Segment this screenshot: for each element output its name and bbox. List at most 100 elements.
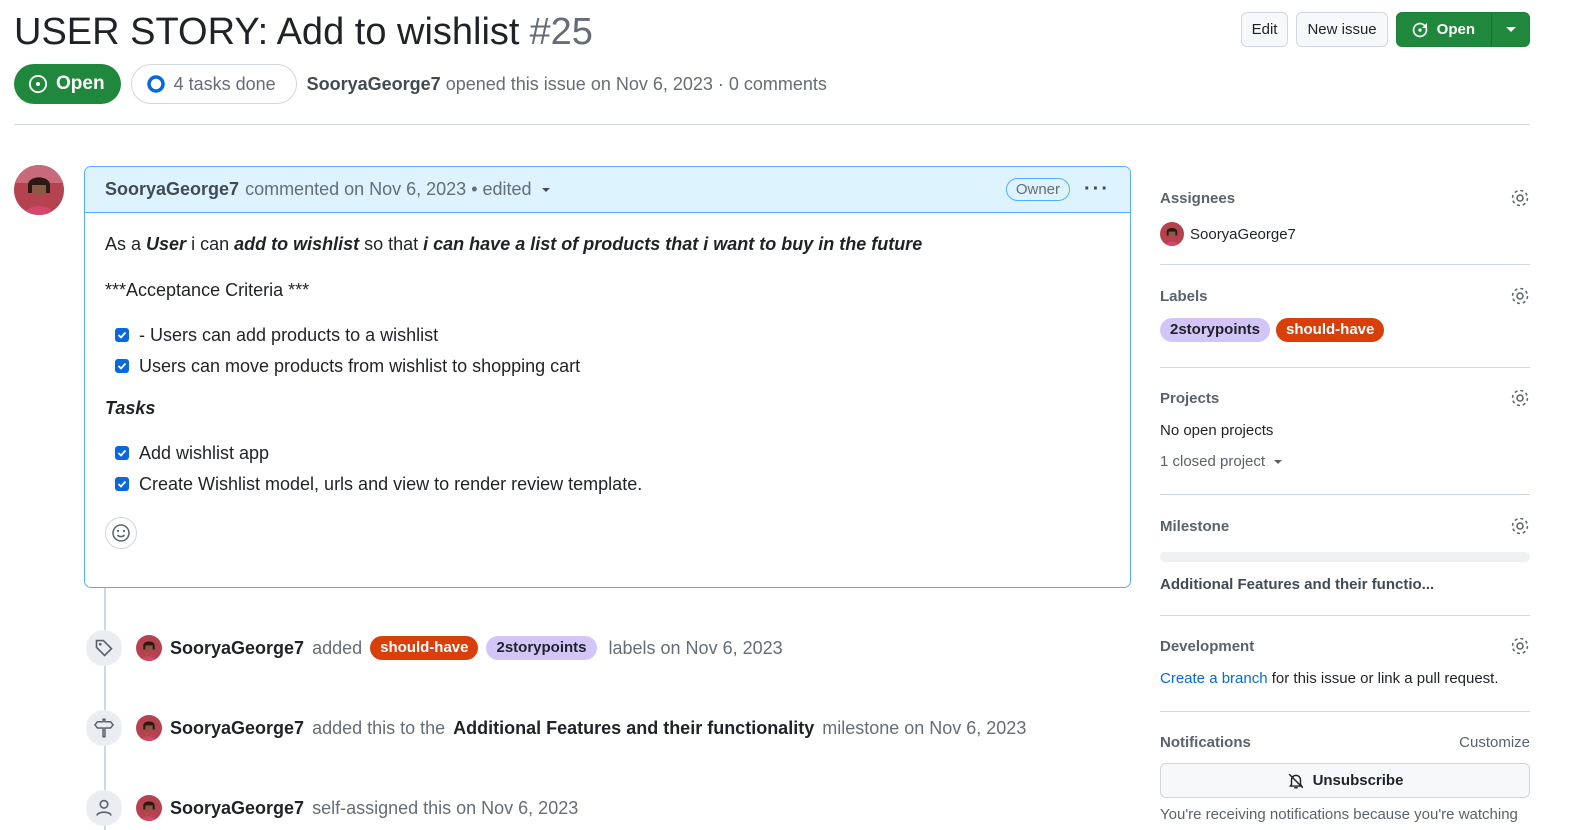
sidebar-milestone: Milestone Additional Features and their … — [1160, 516, 1530, 593]
sidebar-labels: Labels 2storypoints should-have — [1160, 286, 1530, 342]
customize-link[interactable]: Customize — [1459, 734, 1530, 751]
checkbox-checked[interactable] — [115, 445, 129, 460]
story-goal: i can have a list of products that i wan… — [423, 234, 923, 254]
notifications-note: You're receiving notifications because y… — [1160, 806, 1518, 823]
unsubscribe-button[interactable]: Unsubscribe — [1160, 763, 1530, 798]
open-button[interactable]: Open — [1395, 12, 1530, 47]
event-avatar[interactable] — [136, 795, 162, 821]
no-open-projects: No open projects — [1160, 422, 1274, 439]
milestone-link[interactable]: Additional Features and their functional… — [453, 718, 814, 739]
comment-author[interactable]: SooryaGeorge7 — [105, 179, 239, 200]
label-should-have[interactable]: should-have — [370, 636, 479, 660]
milestone-heading[interactable]: Milestone — [1160, 516, 1530, 536]
task-item[interactable]: Add wishlist app — [105, 437, 1110, 468]
development-title: Development — [1160, 637, 1255, 655]
sidebar-divider — [1160, 494, 1530, 495]
assignees-title: Assignees — [1160, 189, 1236, 207]
comment-header: SooryaGeorge7 commented on Nov 6, 2023 •… — [85, 167, 1130, 213]
event-avatar[interactable] — [136, 635, 162, 661]
event-user[interactable]: SooryaGeorge7 — [170, 798, 304, 819]
timeline-event-assign: SooryaGeorge7 self-assigned this on Nov … — [86, 790, 578, 826]
tasks-heading: Tasks — [105, 398, 156, 418]
story-statement: As a User i can add to wishlist so that … — [105, 231, 1110, 257]
comment-body: As a User i can add to wishlist so that … — [85, 213, 1130, 567]
bell-slash-icon — [1288, 773, 1303, 788]
event-tail: milestone on Nov 6, 2023 — [822, 717, 1027, 738]
create-branch-link[interactable]: Create a branch — [1160, 670, 1268, 687]
issue-comment: SooryaGeorge7 commented on Nov 6, 2023 •… — [84, 166, 1131, 588]
sidebar-assignees: Assignees SooryaGeorge7 — [1160, 188, 1530, 246]
issue-opened-text: opened this issue on Nov 6, 2023 · 0 com… — [445, 73, 827, 94]
sidebar-divider — [1160, 367, 1530, 368]
story-role: User — [146, 234, 187, 254]
label-2storypoints[interactable]: 2storypoints — [1160, 318, 1271, 342]
new-issue-button[interactable]: New issue — [1296, 12, 1388, 47]
issue-title: USER STORY: Add to wishlist #25 — [14, 8, 593, 56]
task-item[interactable]: Create Wishlist model, urls and view to … — [105, 468, 1110, 499]
checkbox-checked[interactable] — [115, 327, 129, 342]
person-icon — [86, 790, 122, 826]
event-user[interactable]: SooryaGeorge7 — [170, 718, 304, 739]
development-heading[interactable]: Development — [1160, 636, 1530, 656]
comment-author-avatar[interactable] — [14, 165, 64, 215]
tag-icon — [86, 630, 122, 666]
label-2storypoints[interactable]: 2storypoints — [486, 636, 597, 660]
comment-meta[interactable]: commented on Nov 6, 2023 • edited — [245, 179, 531, 200]
checkbox-checked[interactable] — [115, 358, 129, 373]
issue-meta: SooryaGeorge7 opened this issue on Nov 6… — [307, 74, 827, 95]
issue-reopened-icon — [1412, 22, 1427, 37]
edited-caret-icon[interactable] — [540, 186, 552, 194]
gear-icon[interactable] — [1510, 286, 1530, 306]
assignee-name: SooryaGeorge7 — [1190, 225, 1296, 243]
gear-icon[interactable] — [1510, 636, 1530, 656]
issue-state-row: Open 4 tasks done SooryaGeorge7 opened t… — [14, 64, 827, 104]
criteria-item[interactable]: Users can move products from wishlist to… — [105, 350, 1110, 381]
timeline-event-labels: SooryaGeorge7 added should-have 2storypo… — [86, 630, 783, 666]
add-reaction-button[interactable] — [105, 517, 137, 549]
state-label: Open — [56, 73, 105, 94]
triangle-down-icon — [1505, 26, 1516, 32]
story-text-3: so that — [359, 234, 424, 254]
task-text: Add wishlist app — [139, 442, 270, 463]
assignee-row[interactable]: SooryaGeorge7 — [1160, 222, 1530, 246]
tasks-progress-label: 4 tasks done — [173, 73, 276, 94]
issue-number: #25 — [529, 11, 593, 53]
comment-options-icon[interactable]: ··· — [1084, 178, 1110, 201]
closed-projects-label: 1 closed project — [1160, 453, 1266, 470]
labels-heading[interactable]: Labels — [1160, 286, 1530, 306]
event-verb: added this to the — [312, 717, 446, 738]
gear-icon[interactable] — [1510, 388, 1530, 408]
state-badge: Open — [14, 64, 121, 104]
event-user[interactable]: SooryaGeorge7 — [170, 638, 304, 659]
issue-opened-icon — [28, 74, 48, 94]
event-tail: self-assigned this on Nov 6, 2023 — [312, 797, 579, 818]
projects-title: Projects — [1160, 389, 1220, 407]
sidebar-development: Development Create a branch for this iss… — [1160, 636, 1530, 687]
assignee-avatar — [1160, 222, 1184, 246]
criteria-text: - Users can add products to a wishlist — [139, 324, 439, 345]
open-dropdown-caret[interactable] — [1491, 13, 1529, 46]
event-avatar[interactable] — [136, 715, 162, 741]
development-rest: for this issue or link a pull request. — [1267, 670, 1499, 687]
label-should-have[interactable]: should-have — [1276, 318, 1385, 342]
progress-ring-icon — [146, 75, 165, 93]
owner-badge: Owner — [1005, 178, 1071, 201]
milestone-title: Milestone — [1160, 517, 1230, 535]
milestone-name[interactable]: Additional Features and their functio... — [1160, 576, 1530, 593]
criteria-item[interactable]: - Users can add products to a wishlist — [105, 319, 1110, 350]
sidebar-notifications: Notifications Customize Unsubscribe You'… — [1160, 734, 1530, 823]
closed-projects-toggle[interactable]: 1 closed project — [1160, 453, 1530, 470]
issue-author-link[interactable]: SooryaGeorge7 — [307, 74, 441, 94]
checkbox-checked[interactable] — [115, 476, 129, 491]
edit-button[interactable]: Edit — [1240, 12, 1289, 47]
header-actions: Edit New issue Open — [1240, 12, 1530, 47]
projects-heading[interactable]: Projects — [1160, 388, 1530, 408]
labels-title: Labels — [1160, 287, 1208, 305]
gear-icon[interactable] — [1510, 188, 1530, 208]
gear-icon[interactable] — [1510, 516, 1530, 536]
assignees-heading[interactable]: Assignees — [1160, 188, 1530, 208]
labels-list: 2storypoints should-have — [1160, 318, 1530, 342]
task-text: Create Wishlist model, urls and view to … — [139, 473, 643, 494]
sidebar-projects: Projects No open projects 1 closed proje… — [1160, 388, 1530, 470]
tasks-progress[interactable]: 4 tasks done — [130, 64, 297, 104]
